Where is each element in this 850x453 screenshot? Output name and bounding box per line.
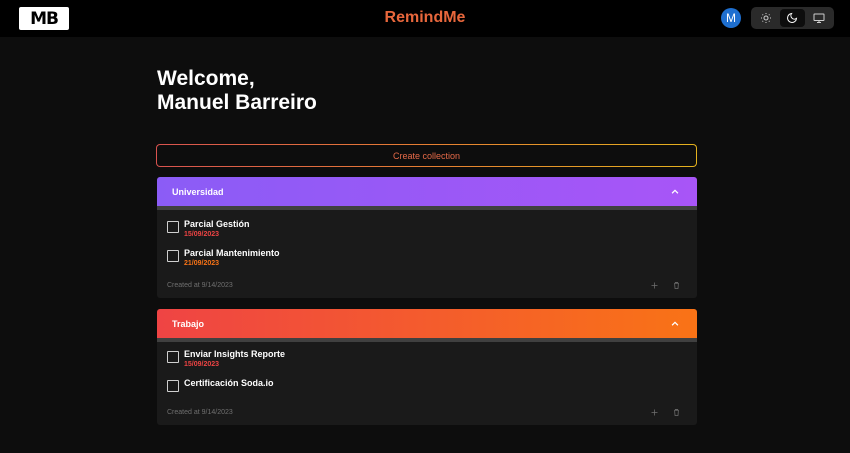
- avatar[interactable]: M: [721, 8, 741, 28]
- moon-icon: [787, 12, 798, 23]
- task-checkbox[interactable]: [167, 250, 179, 262]
- task-item: Enviar Insights Reporte 15/09/2023: [157, 349, 697, 369]
- task-item: Parcial Gestión 15/09/2023: [157, 219, 697, 239]
- trash-icon[interactable]: [672, 281, 681, 290]
- plus-icon[interactable]: [650, 408, 659, 417]
- task-item: Certificación Soda.io: [157, 378, 697, 392]
- created-date: Created at 9/14/2023: [167, 408, 233, 416]
- created-date: Created at 9/14/2023: [167, 281, 233, 289]
- light-theme-button[interactable]: [754, 9, 779, 27]
- collection-progress-bar: [157, 206, 697, 210]
- system-theme-button[interactable]: [806, 9, 831, 27]
- theme-switcher: [751, 7, 834, 29]
- chevron-up-icon[interactable]: [670, 187, 680, 197]
- task-name: Certificación Soda.io: [184, 378, 274, 388]
- task-item: Parcial Mantenimiento 21/09/2023: [157, 248, 697, 268]
- collection-footer: Created at 9/14/2023: [157, 272, 697, 298]
- welcome-heading: Welcome, Manuel Barreiro: [157, 67, 317, 115]
- task-date: 15/09/2023: [184, 361, 220, 368]
- task-date: 21/09/2023: [184, 260, 220, 267]
- collection-header[interactable]: Trabajo: [157, 309, 697, 338]
- task-name: Parcial Gestión: [184, 219, 250, 229]
- task-name: Parcial Mantenimiento: [184, 248, 280, 258]
- dark-theme-button[interactable]: [779, 9, 805, 27]
- collection-card: Universidad Parcial Gestión 15/09/2023 P…: [157, 177, 697, 298]
- collection-title: Trabajo: [172, 318, 205, 329]
- top-navbar: MB RemindMe M: [0, 0, 850, 37]
- collection-progress-bar: [157, 338, 697, 342]
- collection-card: Trabajo Enviar Insights Reporte 15/09/20…: [157, 309, 697, 425]
- monitor-icon: [813, 13, 825, 23]
- create-collection-label: Create collection: [157, 145, 696, 166]
- trash-icon[interactable]: [672, 408, 681, 417]
- task-checkbox[interactable]: [167, 380, 179, 392]
- task-checkbox[interactable]: [167, 221, 179, 233]
- collection-footer: Created at 9/14/2023: [157, 399, 697, 425]
- collection-title: Universidad: [172, 186, 224, 197]
- welcome-line: Welcome,: [157, 67, 255, 90]
- task-checkbox[interactable]: [167, 351, 179, 363]
- task-date: 15/09/2023: [184, 231, 220, 238]
- sun-icon: [761, 13, 772, 23]
- task-name: Enviar Insights Reporte: [184, 349, 286, 359]
- chevron-up-icon[interactable]: [670, 319, 680, 329]
- user-name: Manuel Barreiro: [157, 91, 317, 114]
- create-collection-button[interactable]: Create collection: [156, 144, 697, 167]
- collection-header[interactable]: Universidad: [157, 177, 697, 206]
- plus-icon[interactable]: [650, 281, 659, 290]
